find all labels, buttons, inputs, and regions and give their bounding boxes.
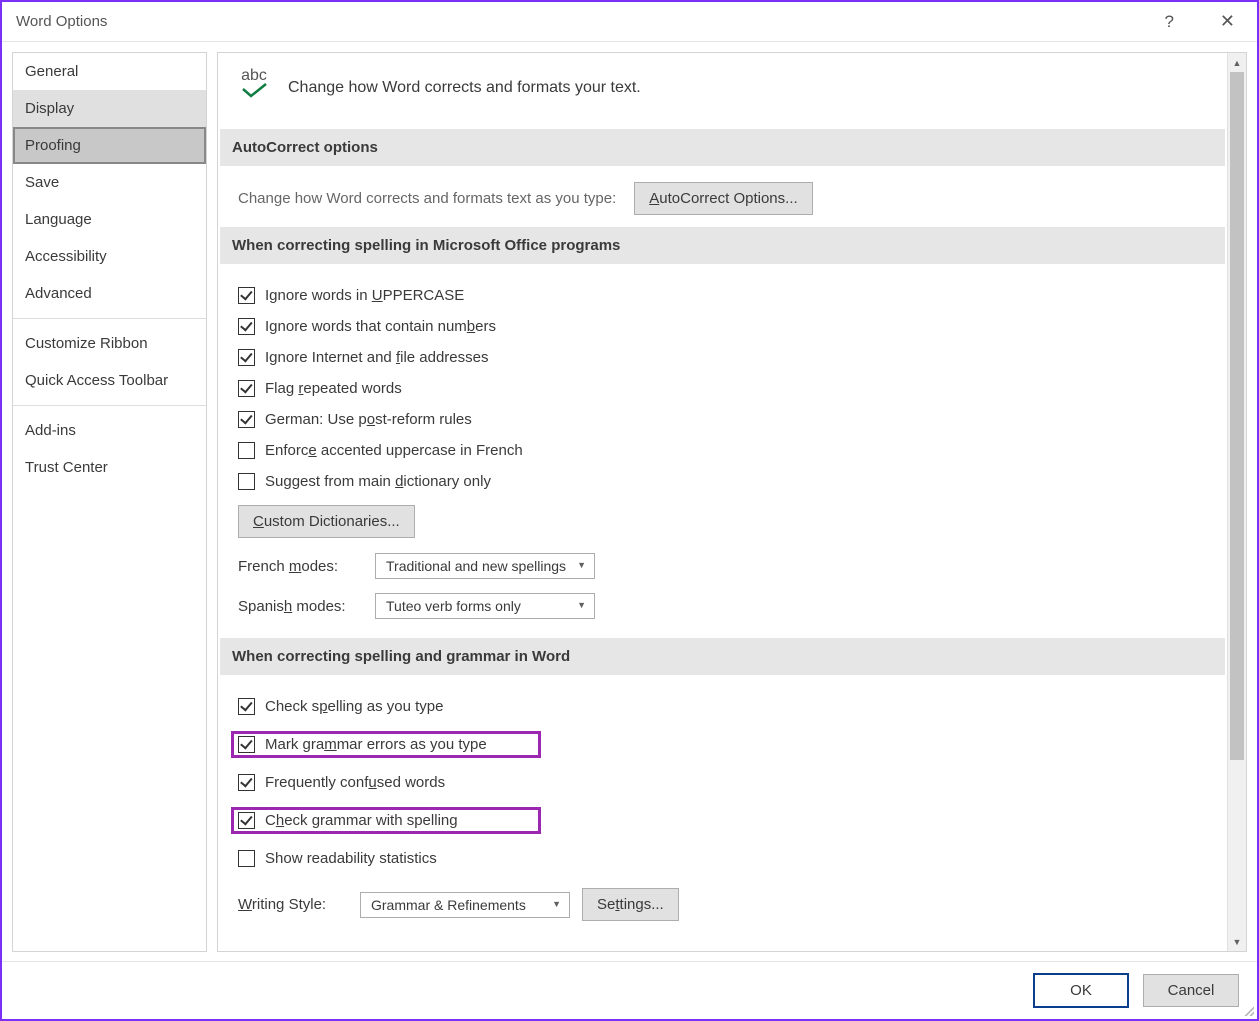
custom-dictionaries-button[interactable]: Custom Dictionaries...: [238, 505, 415, 538]
proofing-icon: abc: [234, 67, 274, 109]
checkbox-label: Check grammar with spelling: [265, 812, 458, 829]
sidebar-item-label: Language: [25, 211, 92, 228]
checkbox-label: Ignore words in UPPERCASE: [265, 287, 464, 304]
sidebar-item-label: Proofing: [25, 137, 81, 154]
sidebar-item-save[interactable]: Save: [13, 164, 206, 201]
writing-style-dropdown[interactable]: Grammar & Refinements: [360, 892, 570, 918]
page-subtitle: Change how Word corrects and formats you…: [288, 79, 641, 97]
sidebar-item-label: Customize Ribbon: [25, 335, 148, 352]
checkbox-enforce-accented[interactable]: [238, 442, 255, 459]
checkbox-ignore-internet[interactable]: [238, 349, 255, 366]
section-spelling-office: When correcting spelling in Microsoft Of…: [220, 227, 1225, 264]
scrollbar[interactable]: ▲ ▼: [1227, 53, 1246, 951]
sidebar-item-trust-center[interactable]: Trust Center: [13, 449, 206, 486]
cancel-button[interactable]: Cancel: [1143, 974, 1239, 1007]
checkbox-suggest-main[interactable]: [238, 473, 255, 490]
writing-style-label: Writing Style:: [238, 896, 348, 913]
checkbox-label: Flag repeated words: [265, 380, 402, 397]
sidebar-item-add-ins[interactable]: Add-ins: [13, 412, 206, 449]
spanish-modes-label: Spanish modes:: [238, 598, 363, 615]
ok-button[interactable]: OK: [1033, 973, 1129, 1008]
sidebar-item-accessibility[interactable]: Accessibility: [13, 238, 206, 275]
autocorrect-desc: Change how Word corrects and formats tex…: [238, 190, 616, 207]
sidebar-item-label: Display: [25, 100, 74, 117]
checkbox-ignore-numbers[interactable]: [238, 318, 255, 335]
checkbox-frequently-confused[interactable]: [238, 774, 255, 791]
help-icon[interactable]: ?: [1156, 8, 1181, 36]
french-modes-dropdown[interactable]: Traditional and new spellings: [375, 553, 595, 579]
titlebar: Word Options ? ✕: [2, 2, 1257, 42]
sidebar-item-label: Trust Center: [25, 459, 108, 476]
checkbox-check-grammar-spelling[interactable]: [238, 812, 255, 829]
sidebar-item-customize-ribbon[interactable]: Customize Ribbon: [13, 325, 206, 362]
sidebar-item-label: Accessibility: [25, 248, 107, 265]
sidebar-item-advanced[interactable]: Advanced: [13, 275, 206, 312]
sidebar-item-proofing[interactable]: Proofing: [13, 127, 206, 164]
sidebar-item-display[interactable]: Display: [13, 90, 206, 127]
checkbox-label: Enforce accented uppercase in French: [265, 442, 523, 459]
sidebar-item-language[interactable]: Language: [13, 201, 206, 238]
checkbox-label: Show readability statistics: [265, 850, 437, 867]
autocorrect-options-button[interactable]: AutoCorrect Options...: [634, 182, 812, 215]
scroll-thumb[interactable]: [1230, 72, 1244, 760]
scroll-up-icon[interactable]: ▲: [1228, 53, 1246, 72]
checkbox-label: Ignore words that contain numbers: [265, 318, 496, 335]
section-autocorrect: AutoCorrect options: [220, 129, 1225, 166]
resize-grip-icon[interactable]: [1242, 1004, 1254, 1016]
sidebar-item-label: Save: [25, 174, 59, 191]
checkbox-check-spelling-type[interactable]: [238, 698, 255, 715]
settings-button[interactable]: Settings...: [582, 888, 679, 921]
checkbox-label: Frequently confused words: [265, 774, 445, 791]
sidebar-item-label: Advanced: [25, 285, 92, 302]
checkbox-label: German: Use post-reform rules: [265, 411, 472, 428]
main-panel: abc Change how Word corrects and formats…: [217, 52, 1247, 952]
dialog-title: Word Options: [16, 13, 107, 30]
section-spelling-word: When correcting spelling and grammar in …: [220, 638, 1225, 675]
close-icon[interactable]: ✕: [1212, 7, 1243, 36]
scroll-down-icon[interactable]: ▼: [1228, 932, 1246, 951]
checkbox-label: Ignore Internet and file addresses: [265, 349, 489, 366]
sidebar-item-label: General: [25, 63, 78, 80]
sidebar: General Display Proofing Save Language A…: [12, 52, 207, 952]
checkbox-flag-repeated[interactable]: [238, 380, 255, 397]
checkbox-label: Check spelling as you type: [265, 698, 443, 715]
page-header: abc Change how Word corrects and formats…: [218, 53, 1227, 127]
checkbox-label: Mark grammar errors as you type: [265, 736, 487, 753]
sidebar-item-label: Quick Access Toolbar: [25, 372, 168, 389]
checkbox-ignore-uppercase[interactable]: [238, 287, 255, 304]
spanish-modes-dropdown[interactable]: Tuteo verb forms only: [375, 593, 595, 619]
checkbox-label: Suggest from main dictionary only: [265, 473, 491, 490]
checkbox-mark-grammar[interactable]: [238, 736, 255, 753]
checkbox-show-readability[interactable]: [238, 850, 255, 867]
sidebar-item-label: Add-ins: [25, 422, 76, 439]
sidebar-item-general[interactable]: General: [13, 53, 206, 90]
sidebar-item-quick-access-toolbar[interactable]: Quick Access Toolbar: [13, 362, 206, 399]
checkbox-german-post[interactable]: [238, 411, 255, 428]
french-modes-label: French modes:: [238, 558, 363, 575]
dialog-footer: OK Cancel: [2, 961, 1257, 1019]
